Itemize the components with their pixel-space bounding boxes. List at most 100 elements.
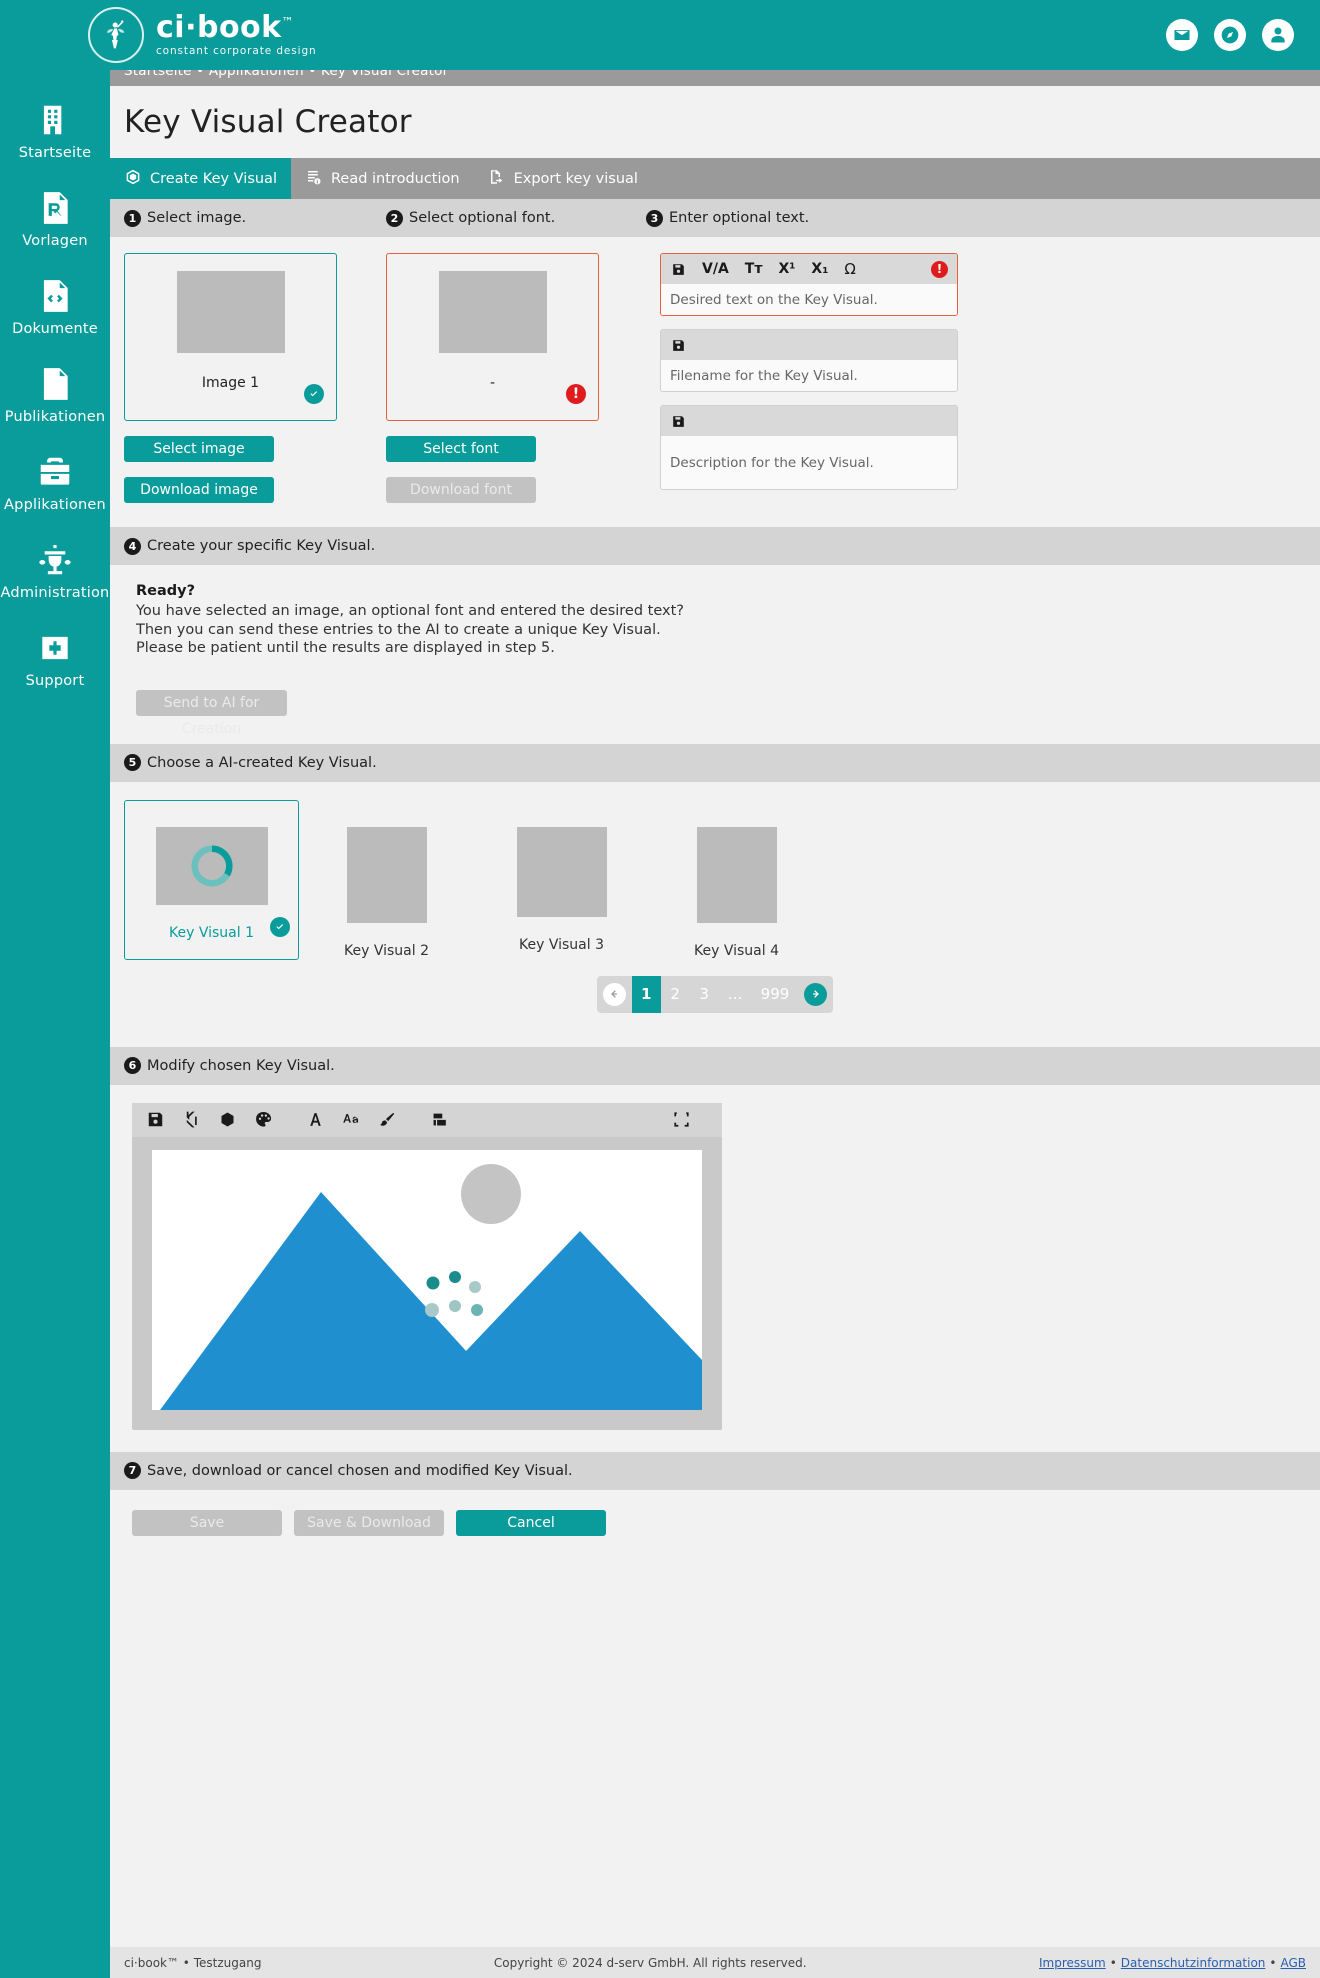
font-case-icon[interactable] xyxy=(342,1110,378,1129)
special-character-icon[interactable]: Ω xyxy=(844,260,855,278)
app-root: Startseite Vorlagen Dokumente Publikatio… xyxy=(0,0,1320,1978)
pagination-page-3[interactable]: 3 xyxy=(690,976,719,1013)
cancel-button[interactable]: Cancel xyxy=(456,1509,606,1536)
pagination-page-2[interactable]: 2 xyxy=(661,976,690,1013)
step-number: 3 xyxy=(646,209,663,227)
sidebar-item-startseite[interactable]: Startseite xyxy=(0,100,110,161)
step-title: Enter optional text. xyxy=(669,210,810,226)
sidebar-item-dokumente[interactable]: Dokumente xyxy=(0,276,110,337)
download-font-button: Download font xyxy=(386,477,536,503)
brand-logo[interactable]: ci·book™ constant corporate design xyxy=(88,7,317,63)
sidebar-item-support[interactable]: Support xyxy=(0,628,110,689)
brand-tm: ™ xyxy=(281,15,295,30)
font-preview xyxy=(438,271,547,353)
key-visual-card-4[interactable]: Key Visual 4 xyxy=(649,800,824,960)
tab-label: Create Key Visual xyxy=(150,170,277,187)
crop-icon[interactable] xyxy=(182,1110,218,1129)
account-icon[interactable] xyxy=(1262,19,1294,51)
key-visual-card-1[interactable]: Key Visual 1 xyxy=(124,799,299,960)
tab-bar: Create Key Visual Read introduction Expo… xyxy=(110,158,1320,199)
error-icon: ! xyxy=(566,384,586,404)
step-4-header: 4 Create your specific Key Visual. xyxy=(110,527,1320,565)
fullscreen-icon[interactable] xyxy=(672,1110,708,1129)
polyhedron-icon xyxy=(124,168,142,190)
send-to-ai-button: Send to AI for Creation xyxy=(136,689,287,737)
footer-separator: • xyxy=(1269,1955,1277,1970)
palette-icon[interactable] xyxy=(254,1110,290,1129)
text-icon[interactable] xyxy=(306,1110,342,1129)
step-title: Select image. xyxy=(147,210,247,226)
key-visual-thumb xyxy=(155,826,268,905)
page-title-bar: Key Visual Creator xyxy=(110,86,1320,158)
image-selection-panel: Image 1 Select image Download image xyxy=(124,253,386,503)
ready-line-2: Then you can send these entries to the A… xyxy=(136,621,661,638)
shape-icon[interactable] xyxy=(218,1110,254,1129)
brand-tagline: constant corporate design xyxy=(156,45,317,58)
font-size-icon[interactable]: Tᴛ xyxy=(745,261,763,277)
image-editor xyxy=(132,1102,722,1430)
filename-input[interactable]: Filename for the Key Visual. xyxy=(661,360,957,391)
arrow-right-icon xyxy=(804,982,828,1006)
compass-icon[interactable] xyxy=(1214,19,1246,51)
key-visual-card-3[interactable]: Key Visual 3 xyxy=(474,800,649,960)
pagination-page-999[interactable]: 999 xyxy=(752,976,799,1013)
tab-label: Export key visual xyxy=(513,170,638,187)
pagination-page-1[interactable]: 1 xyxy=(631,975,661,1013)
kerning-icon[interactable]: V/A xyxy=(702,261,729,277)
tab-export-key-visual[interactable]: Export key visual xyxy=(474,158,652,199)
app-footer: ci·book™ • Testzugang Copyright © 2024 d… xyxy=(0,1947,1320,1978)
selected-font-card[interactable]: - ! xyxy=(386,253,599,421)
step-2-header: 2 Select optional font. xyxy=(386,209,555,227)
editor-canvas[interactable] xyxy=(152,1149,702,1410)
fountain-icon xyxy=(35,540,75,580)
subscript-icon[interactable]: X₁ xyxy=(811,261,828,277)
footer-link-agb[interactable]: AGB xyxy=(1280,1956,1306,1970)
step-number: 6 xyxy=(124,1057,141,1075)
footer-account-label: ci·book™ • Testzugang xyxy=(124,1955,262,1970)
select-font-button[interactable]: Select font xyxy=(386,436,536,462)
image-label: Image 1 xyxy=(201,375,260,391)
sidebar-item-administration[interactable]: Administration xyxy=(0,540,110,601)
editor-toolbar xyxy=(132,1102,722,1137)
step-number: 1 xyxy=(124,209,141,227)
step-title: Create your specific Key Visual. xyxy=(147,538,376,554)
page-title: Key Visual Creator xyxy=(124,104,412,140)
sidebar-item-applikationen[interactable]: Applikationen xyxy=(0,452,110,513)
tab-read-introduction[interactable]: Read introduction xyxy=(291,158,474,199)
pagination-prev-button[interactable] xyxy=(597,976,632,1013)
keyvisual-text-input[interactable]: Desired text on the Key Visual. xyxy=(661,284,957,315)
sidebar-item-label: Publikationen xyxy=(4,409,106,425)
save-icon[interactable] xyxy=(671,338,686,353)
key-visual-grid: Key Visual 1 Key Visual 2 Key Visual 3 K… xyxy=(124,799,1306,960)
key-visual-card-2[interactable]: Key Visual 2 xyxy=(299,800,474,960)
bottle-document-icon xyxy=(35,364,75,404)
save-icon[interactable] xyxy=(671,262,686,277)
sidebar-item-vorlagen[interactable]: Vorlagen xyxy=(0,188,110,249)
save-icon[interactable] xyxy=(146,1110,182,1129)
layers-icon[interactable] xyxy=(430,1110,466,1129)
sidebar-item-label: Startseite xyxy=(18,145,92,161)
prescription-document-icon xyxy=(35,188,75,228)
tab-create-key-visual[interactable]: Create Key Visual xyxy=(110,158,291,199)
download-image-button[interactable]: Download image xyxy=(124,477,274,503)
key-visual-label: Key Visual 2 xyxy=(344,942,429,959)
pagination-next-button[interactable] xyxy=(798,976,833,1013)
brush-icon[interactable] xyxy=(378,1110,414,1129)
ready-line-3: Please be patient until the results are … xyxy=(136,640,555,657)
selected-image-card[interactable]: Image 1 xyxy=(124,253,337,421)
sidebar-item-label: Administration xyxy=(0,585,110,601)
pagination: 1 2 3 … 999 xyxy=(124,960,1306,1037)
sidebar-item-publikationen[interactable]: Publikationen xyxy=(0,364,110,425)
superscript-icon[interactable]: X¹ xyxy=(778,261,795,277)
text-toolbar: V/A Tᴛ X¹ X₁ Ω ! xyxy=(661,254,957,284)
footer-link-impressum[interactable]: Impressum xyxy=(1039,1956,1106,1970)
select-image-button[interactable]: Select image xyxy=(124,436,274,462)
key-visual-cell: Key Visual 4 xyxy=(649,800,824,960)
mail-icon[interactable] xyxy=(1166,19,1198,51)
main-column: ci·book™ constant corporate design Start… xyxy=(88,0,1320,1978)
tab-label: Read introduction xyxy=(330,170,460,187)
description-input[interactable]: Description for the Key Visual. xyxy=(661,436,957,489)
save-icon[interactable] xyxy=(671,414,686,429)
footer-link-datenschutz[interactable]: Datenschutzinformation xyxy=(1121,1956,1266,1970)
step-5-header: 5 Choose a AI-created Key Visual. xyxy=(110,743,1320,782)
